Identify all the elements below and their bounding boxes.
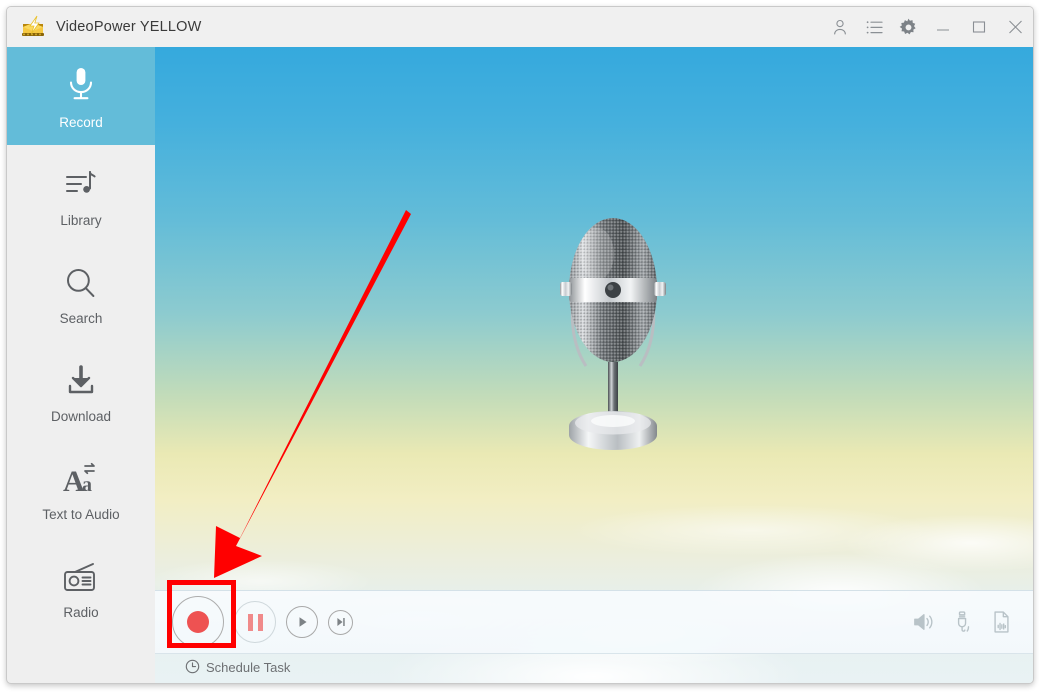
sidebar-item-library[interactable]: Library [7,145,155,243]
maximize-icon[interactable] [961,7,997,47]
pause-icon [247,613,263,631]
sidebar-item-label: Text to Audio [42,507,120,522]
speaker-volume-icon[interactable] [912,612,934,632]
sidebar-item-label: Record [59,115,103,130]
videopower-app-icon [20,15,46,39]
record-button[interactable] [172,596,224,648]
vintage-microphone-illustration [553,202,673,462]
record-dot-icon [187,611,209,633]
main-content: Schedule Task [155,47,1033,683]
sidebar-item-label: Search [59,311,103,326]
sidebar: Record Library Search Download A a Text … [7,47,155,683]
minimize-icon[interactable] [925,7,961,47]
schedule-bar[interactable]: Schedule Task [155,652,1033,683]
player-bar [155,590,1033,654]
sidebar-item-record[interactable]: Record [7,47,155,145]
audio-file-icon[interactable] [992,611,1011,633]
sidebar-item-radio[interactable]: Radio [7,537,155,635]
skip-next-icon [336,618,345,626]
sidebar-item-label: Download [50,409,112,424]
play-button[interactable] [286,606,318,638]
pause-button[interactable] [234,601,276,643]
search-icon [64,258,98,300]
sidebar-item-text-to-audio[interactable]: A a Text to Audio [7,439,155,537]
play-icon [299,617,307,627]
text-to-audio-icon: A a [61,454,101,496]
window-controls [823,7,1033,47]
list-icon[interactable] [857,7,891,47]
app-window: VideoPower YELLOW Record Library Search … [6,6,1034,684]
sidebar-item-label: Library [60,213,102,228]
sidebar-item-download[interactable]: Download [7,341,155,439]
close-icon[interactable] [997,7,1033,47]
download-icon [64,356,98,398]
source-tools [912,591,1011,653]
window-title: VideoPower YELLOW [56,19,202,35]
account-icon[interactable] [823,7,857,47]
radio-icon [62,552,100,594]
clock-icon [185,659,200,677]
transport-controls [172,591,353,653]
schedule-task-label: Schedule Task [206,660,291,675]
title-bar: VideoPower YELLOW [7,7,1033,47]
sidebar-item-label: Radio [63,605,99,620]
next-button[interactable] [328,609,353,635]
audio-jack-icon[interactable] [954,611,972,633]
sidebar-item-search[interactable]: Search [7,243,155,341]
library-music-icon [64,160,98,202]
microphone-icon [66,62,96,104]
gear-icon[interactable] [891,7,925,47]
svg-text:a: a [82,474,92,496]
